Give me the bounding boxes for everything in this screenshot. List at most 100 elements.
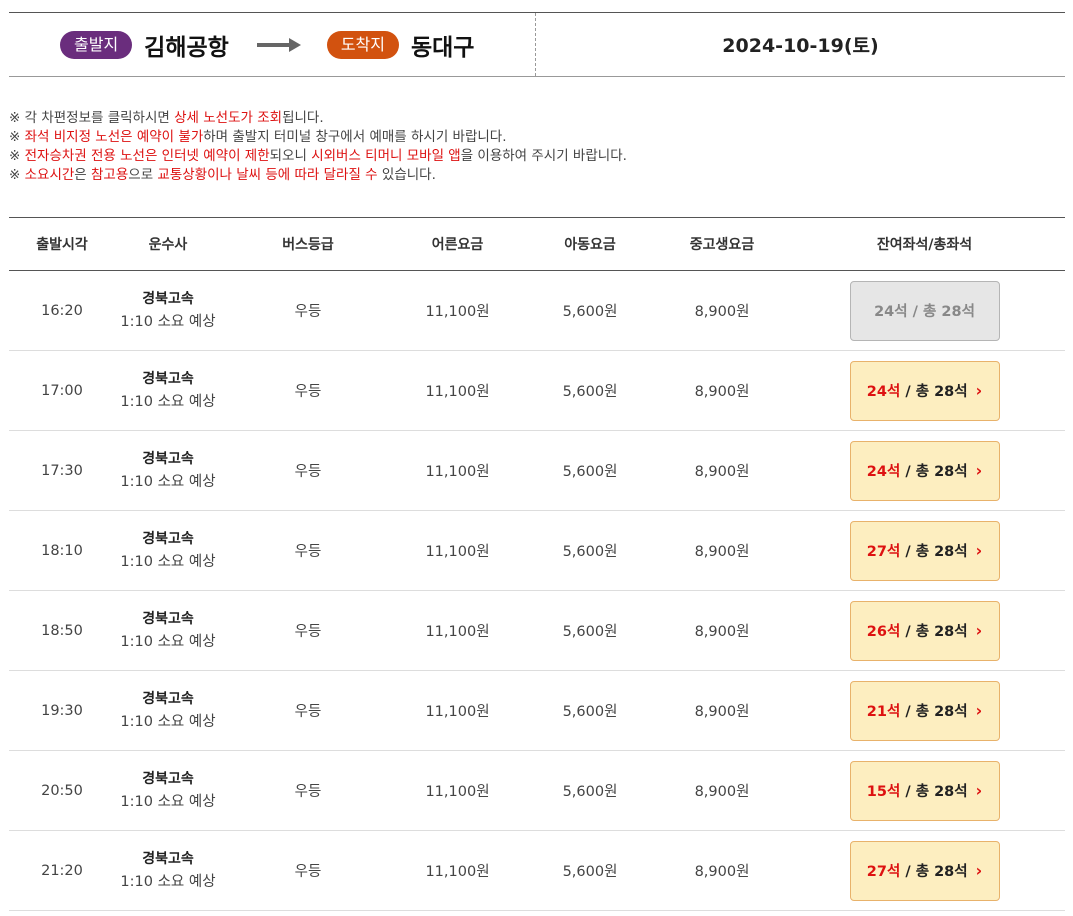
table-header: 출발시각 운수사 버스등급 어른요금 아동요금 중고생요금 잔여좌석/총좌석 (9, 217, 1065, 271)
seats-cell: 26석 / 총 28석 › (784, 600, 1065, 661)
table-row[interactable]: 19:30 경북고속 1:10 소요 예상 우등 11,100원 5,600원 8,900원… (9, 671, 1065, 751)
departure-time: 17:30 (41, 462, 83, 479)
seat-select-button[interactable]: 15석 / 총 28석 › (849, 760, 1000, 821)
table-row[interactable]: 18:10 경북고속 1:10 소요 예상 우등 11,100원 5,600원 8,900원… (9, 511, 1065, 591)
company-name: 경북고속 (142, 770, 194, 787)
header-bus-grade: 버스등급 (282, 237, 334, 253)
company-cell: 경북고속 1:10 소요 예상 (115, 528, 221, 574)
header-adult-fare: 어른요금 (431, 237, 484, 253)
adult-fare: 11,100원 (425, 464, 490, 480)
notice-text: ※ (9, 148, 25, 164)
youth-fare: 8,900원 (694, 544, 750, 560)
seats-cell: 24석 / 총 28석 (784, 280, 1065, 341)
youth-fare: 8,900원 (694, 304, 750, 320)
table-row[interactable]: 20:50 경북고속 1:10 소요 예상 우등 11,100원 5,600원 8,900원… (9, 751, 1065, 831)
remaining-seats: 24석 (866, 384, 901, 400)
table-row[interactable]: 16:20 경북고속 1:10 소요 예상 우등 11,100원 5,600원 8,900원… (9, 271, 1065, 351)
company-name: 경북고속 (142, 850, 194, 867)
child-fare: 5,600원 (562, 864, 618, 880)
schedule-table: 출발시각 운수사 버스등급 어른요금 아동요금 중고생요금 잔여좌석/총좌석 1… (9, 217, 1065, 911)
youth-fare: 8,900원 (694, 624, 750, 640)
seats-cell: 21석 / 총 28석 › (784, 680, 1065, 741)
seat-select-button[interactable]: 27석 / 총 28석 › (849, 840, 1000, 901)
table-row[interactable]: 17:00 경북고속 1:10 소요 예상 우등 11,100원 5,600원 8,900원… (9, 351, 1065, 431)
company-name: 경북고속 (142, 290, 194, 307)
remaining-seats: 21석 (866, 704, 901, 720)
seats-cell: 27석 / 총 28석 › (784, 840, 1065, 901)
header-seats: 잔여좌석/총좌석 (876, 237, 973, 253)
child-fare: 5,600원 (562, 384, 618, 400)
child-fare: 5,600원 (562, 304, 618, 320)
adult-fare: 11,100원 (425, 304, 490, 320)
adult-fare: 11,100원 (425, 384, 490, 400)
total-seats: 28석 (934, 464, 968, 480)
chevron-right-icon: › (975, 861, 983, 880)
departure-time: 17:00 (41, 382, 83, 399)
youth-fare: 8,900원 (694, 864, 750, 880)
table-row[interactable]: 18:50 경북고속 1:10 소요 예상 우등 11,100원 5,600원 8,900원… (9, 591, 1065, 671)
chevron-right-icon: › (975, 541, 983, 560)
seat-separator: / 총 (900, 624, 935, 640)
notice-text: 됩니다. (282, 110, 324, 126)
notice-highlight: 좌석 비지정 노선은 예약이 불가 (24, 129, 204, 145)
notice-text: ※ (9, 167, 25, 183)
remaining-seats: 27석 (866, 544, 901, 560)
date-panel: 2024-10-19(토) (536, 13, 1065, 76)
notice-line: ※ 전자승차권 전용 노선은 인터넷 예약이 제한되오니 시외버스 티머니 모바… (9, 147, 627, 166)
bus-grade: 우등 (294, 784, 322, 800)
departure-time: 20:50 (41, 782, 83, 799)
header-company: 운수사 (148, 237, 188, 253)
company-name: 경북고속 (142, 530, 194, 547)
company-cell: 경북고속 1:10 소요 예상 (115, 448, 221, 494)
seat-select-button[interactable]: 24석 / 총 28석 › (849, 360, 1000, 421)
total-seats: 28석 (934, 384, 968, 400)
seat-separator: / 총 (907, 304, 942, 320)
seat-separator: / 총 (900, 784, 935, 800)
child-fare: 5,600원 (562, 704, 618, 720)
seat-separator: / 총 (900, 864, 935, 880)
seat-separator: / 총 (900, 544, 935, 560)
company-name: 경북고속 (142, 450, 194, 467)
table-row[interactable]: 17:30 경북고속 1:10 소요 예상 우등 11,100원 5,600원 8,900원… (9, 431, 1065, 511)
notice-line: ※ 소요시간은 참고용으로 교통상황이나 날씨 등에 따라 달라질 수 있습니다… (9, 166, 627, 185)
youth-fare: 8,900원 (694, 704, 750, 720)
header-child-fare: 아동요금 (564, 237, 616, 253)
duration: 1:10 소요 예상 (120, 553, 216, 570)
duration: 1:10 소요 예상 (120, 713, 216, 730)
route-places: 출발지 김해공항 도착지 동대구 (9, 13, 536, 76)
notice-text: 되오니 (269, 148, 312, 164)
duration: 1:10 소요 예상 (120, 873, 216, 890)
departure-badge: 출발지 (60, 30, 133, 59)
seats-cell: 24석 / 총 28석 › (784, 360, 1065, 421)
youth-fare: 8,900원 (694, 784, 750, 800)
youth-fare: 8,900원 (694, 464, 750, 480)
remaining-seats: 26석 (866, 624, 901, 640)
arrival-badge: 도착지 (326, 30, 399, 59)
notice-text: 있습니다. (377, 167, 436, 183)
duration: 1:10 소요 예상 (120, 313, 216, 330)
total-seats: 28석 (934, 784, 968, 800)
seat-select-button[interactable]: 21석 / 총 28석 › (849, 680, 1000, 741)
chevron-right-icon: › (975, 781, 983, 800)
seat-select-button[interactable]: 24석 / 총 28석 › (849, 440, 1000, 501)
table-row[interactable]: 21:20 경북고속 1:10 소요 예상 우등 11,100원 5,600원 8,900원… (9, 831, 1065, 911)
duration: 1:10 소요 예상 (120, 393, 216, 410)
seats-cell: 15석 / 총 28석 › (784, 760, 1065, 821)
total-seats: 28석 (934, 704, 968, 720)
child-fare: 5,600원 (562, 464, 618, 480)
departure-time: 16:20 (41, 302, 83, 319)
notice-line: ※ 각 차편정보를 클릭하시면 상세 노선도가 조회됩니다. (9, 109, 627, 128)
youth-fare: 8,900원 (694, 384, 750, 400)
remaining-seats: 24석 (874, 304, 908, 320)
seat-select-button[interactable]: 26석 / 총 28석 › (849, 600, 1000, 661)
adult-fare: 11,100원 (425, 704, 490, 720)
chevron-right-icon: › (975, 621, 983, 640)
seat-select-button[interactable]: 27석 / 총 28석 › (849, 520, 1000, 581)
total-seats: 28석 (941, 304, 975, 320)
remaining-seats: 15석 (866, 784, 901, 800)
bus-grade: 우등 (294, 624, 322, 640)
notice-highlight: 상세 노선도가 조회 (174, 110, 283, 126)
notice-text: ※ 각 차편정보를 클릭하시면 (9, 110, 175, 126)
departure-time: 21:20 (41, 862, 83, 879)
remaining-seats: 27석 (866, 864, 901, 880)
